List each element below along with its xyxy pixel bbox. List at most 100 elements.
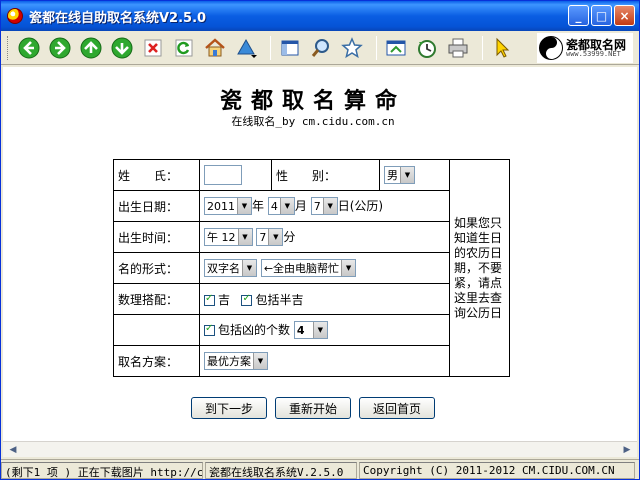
birthtime-cell: 午 12 ▼ 7 ▼ 分 [199,221,450,253]
chevron-down-icon: ▼ [322,198,337,215]
restart-button[interactable]: 重新开始 [275,397,351,419]
bad-count-value: 4 [296,323,305,337]
lucky-label: 吉 [218,292,231,307]
bad-count-checkbox[interactable] [204,323,215,336]
birthtime-label: 出生时间： [113,221,200,253]
plan-cell: 最优方案 ▼ [199,345,450,377]
lucky-checkbox[interactable] [204,293,215,306]
scroll-right-icon[interactable]: ▶ [621,444,633,456]
surname-input[interactable] [204,165,242,185]
page-content: 瓷都取名算命 在线取名_by cm.cidu.com.cn 姓 氏： 性 别： … [3,67,637,441]
forward-icon[interactable] [47,35,73,61]
logo-url: www.53999.NET [566,49,621,58]
pointer-icon[interactable] [489,35,515,61]
day-unit: 日(公历) [337,198,384,213]
name-form-label: 名的形式： [113,252,200,284]
name-form-value: 双字名 [207,262,240,275]
toolbar-separator [376,35,377,60]
page-title: 瓷都取名算命 [219,88,406,114]
chevron-down-icon: ▼ [400,167,414,183]
status-bar: (剩下1 项 ) 正在下载图片 http://c 瓷都在线取名系统V.2.5.0… [1,459,639,479]
bad-count-cell: 包括凶的个数 4▼ [199,314,450,346]
print-icon[interactable] [445,35,471,61]
home-icon[interactable] [202,35,228,61]
hour-select[interactable]: 午 12 ▼ [204,228,253,247]
window-controls: _ □ × [568,5,635,26]
birthdate-label: 出生日期： [113,190,200,222]
bad-count-label: 包括凶的个数 [218,322,291,337]
window-title: 瓷都在线自助取名系统V2.5.0 [29,10,207,26]
app-icon [7,8,23,24]
maximize-button[interactable]: □ [591,5,612,26]
view-icon[interactable] [277,35,303,61]
plan-value: 最优方案 [207,355,251,368]
favorites-icon[interactable] [339,35,365,61]
name-form-cell: 双字名 ▼ ←全由电脑帮忙 ▼ [199,252,450,284]
next-step-button[interactable]: 到下一步 [191,397,267,419]
year-value: 2011 [207,199,235,213]
triangle-menu-icon[interactable] [233,35,259,61]
name-form-select[interactable]: 双字名 ▼ [204,259,257,277]
status-progress: (剩下1 项 ) 正在下载图片 http://c [1,462,203,479]
plan-label: 取名方案： [113,345,200,377]
semi-lucky-label: 包括半吉 [255,292,304,307]
naming-form: 姓 氏： 性 别： 男 ▼ 如果您只知道生日的农历日期，不要紧，请点这里去查询公历… [113,159,510,377]
minimize-button[interactable]: _ [568,5,589,26]
chevron-down-icon: ▼ [268,229,283,246]
year-select[interactable]: 2011 ▼ [204,197,252,216]
plan-select[interactable]: 最优方案 ▼ [204,352,268,370]
name-char-select[interactable]: ←全由电脑帮忙 ▼ [260,259,357,277]
year-unit: 年 [252,198,265,213]
up-icon[interactable] [78,35,104,61]
search-icon[interactable] [308,35,334,61]
gender-label: 性 别： [271,159,380,191]
birthdate-cell: 2011 ▼ 年 4 ▼ 月 7 ▼ 日(公历) [199,190,450,222]
minute-select[interactable]: 7 ▼ [256,228,284,247]
refresh-icon[interactable] [171,35,197,61]
chevron-down-icon: ▼ [341,260,356,276]
chevron-down-icon: ▼ [253,353,267,369]
minute-value: 7 [259,230,267,244]
app-window: 瓷都在线自助取名系统V2.5.0 _ □ × 瓷都取名网 www.53999.N… [0,0,640,480]
month-unit: 月 [294,198,307,213]
day-select[interactable]: 7 ▼ [310,197,338,216]
back-icon[interactable] [16,35,42,61]
numerology-cell: 吉 包括半吉 [199,283,450,315]
day-value: 7 [313,199,321,213]
gender-cell: 男 ▼ [379,159,450,191]
month-select[interactable]: 4 ▼ [267,197,295,216]
chevron-down-icon: ▼ [237,229,252,246]
bad-count-select[interactable]: 4 ▼ [293,321,328,340]
title-bar[interactable]: 瓷都在线自助取名系统V2.5.0 _ □ × [1,1,639,31]
back-home-button[interactable]: 返回首页 [359,397,435,419]
logo-text: 瓷都取名网 www.53999.NET [566,39,626,58]
horizontal-scrollbar[interactable]: ◀ ▶ [3,441,637,457]
gender-select[interactable]: 男 ▼ [384,166,415,184]
chevron-down-icon: ▼ [242,260,256,276]
chevron-down-icon: ▼ [312,322,327,339]
semi-lucky-checkbox[interactable] [241,293,253,306]
hour-value: 午 12 [207,231,236,245]
toolbar-separator [482,35,483,60]
status-copyright: Copyright (C) 2011-2012 CM.CIDU.COM.CN [359,462,635,479]
logo-name: 瓷都取名网 [566,37,627,52]
window-icon[interactable] [383,35,409,61]
name-char-value: ←全由电脑帮忙 [263,262,340,275]
month-value: 4 [270,199,278,213]
surname-cell [199,159,272,191]
action-buttons: 到下一步 重新开始 返回首页 [191,397,435,419]
toolbar-grip[interactable] [7,35,10,60]
down-icon[interactable] [109,35,135,61]
close-button[interactable]: × [614,5,635,26]
history-icon[interactable] [414,35,440,61]
minute-unit: 分 [283,229,296,244]
surname-label: 姓 氏： [113,159,200,191]
status-app-name: 瓷都在线取名系统V.2.5.0 [205,462,357,479]
page-subtitle: 在线取名_by cm.cidu.com.cn [231,115,395,128]
site-logo[interactable]: 瓷都取名网 www.53999.NET [537,33,633,63]
scroll-left-icon[interactable]: ◀ [7,444,19,456]
empty-label-cell [113,314,200,346]
lunar-date-note[interactable]: 如果您只知道生日的农历日期，不要紧，请点这里去查询公历日 [449,159,510,377]
stop-icon[interactable] [140,35,166,61]
toolbar: 瓷都取名网 www.53999.NET [1,31,639,65]
